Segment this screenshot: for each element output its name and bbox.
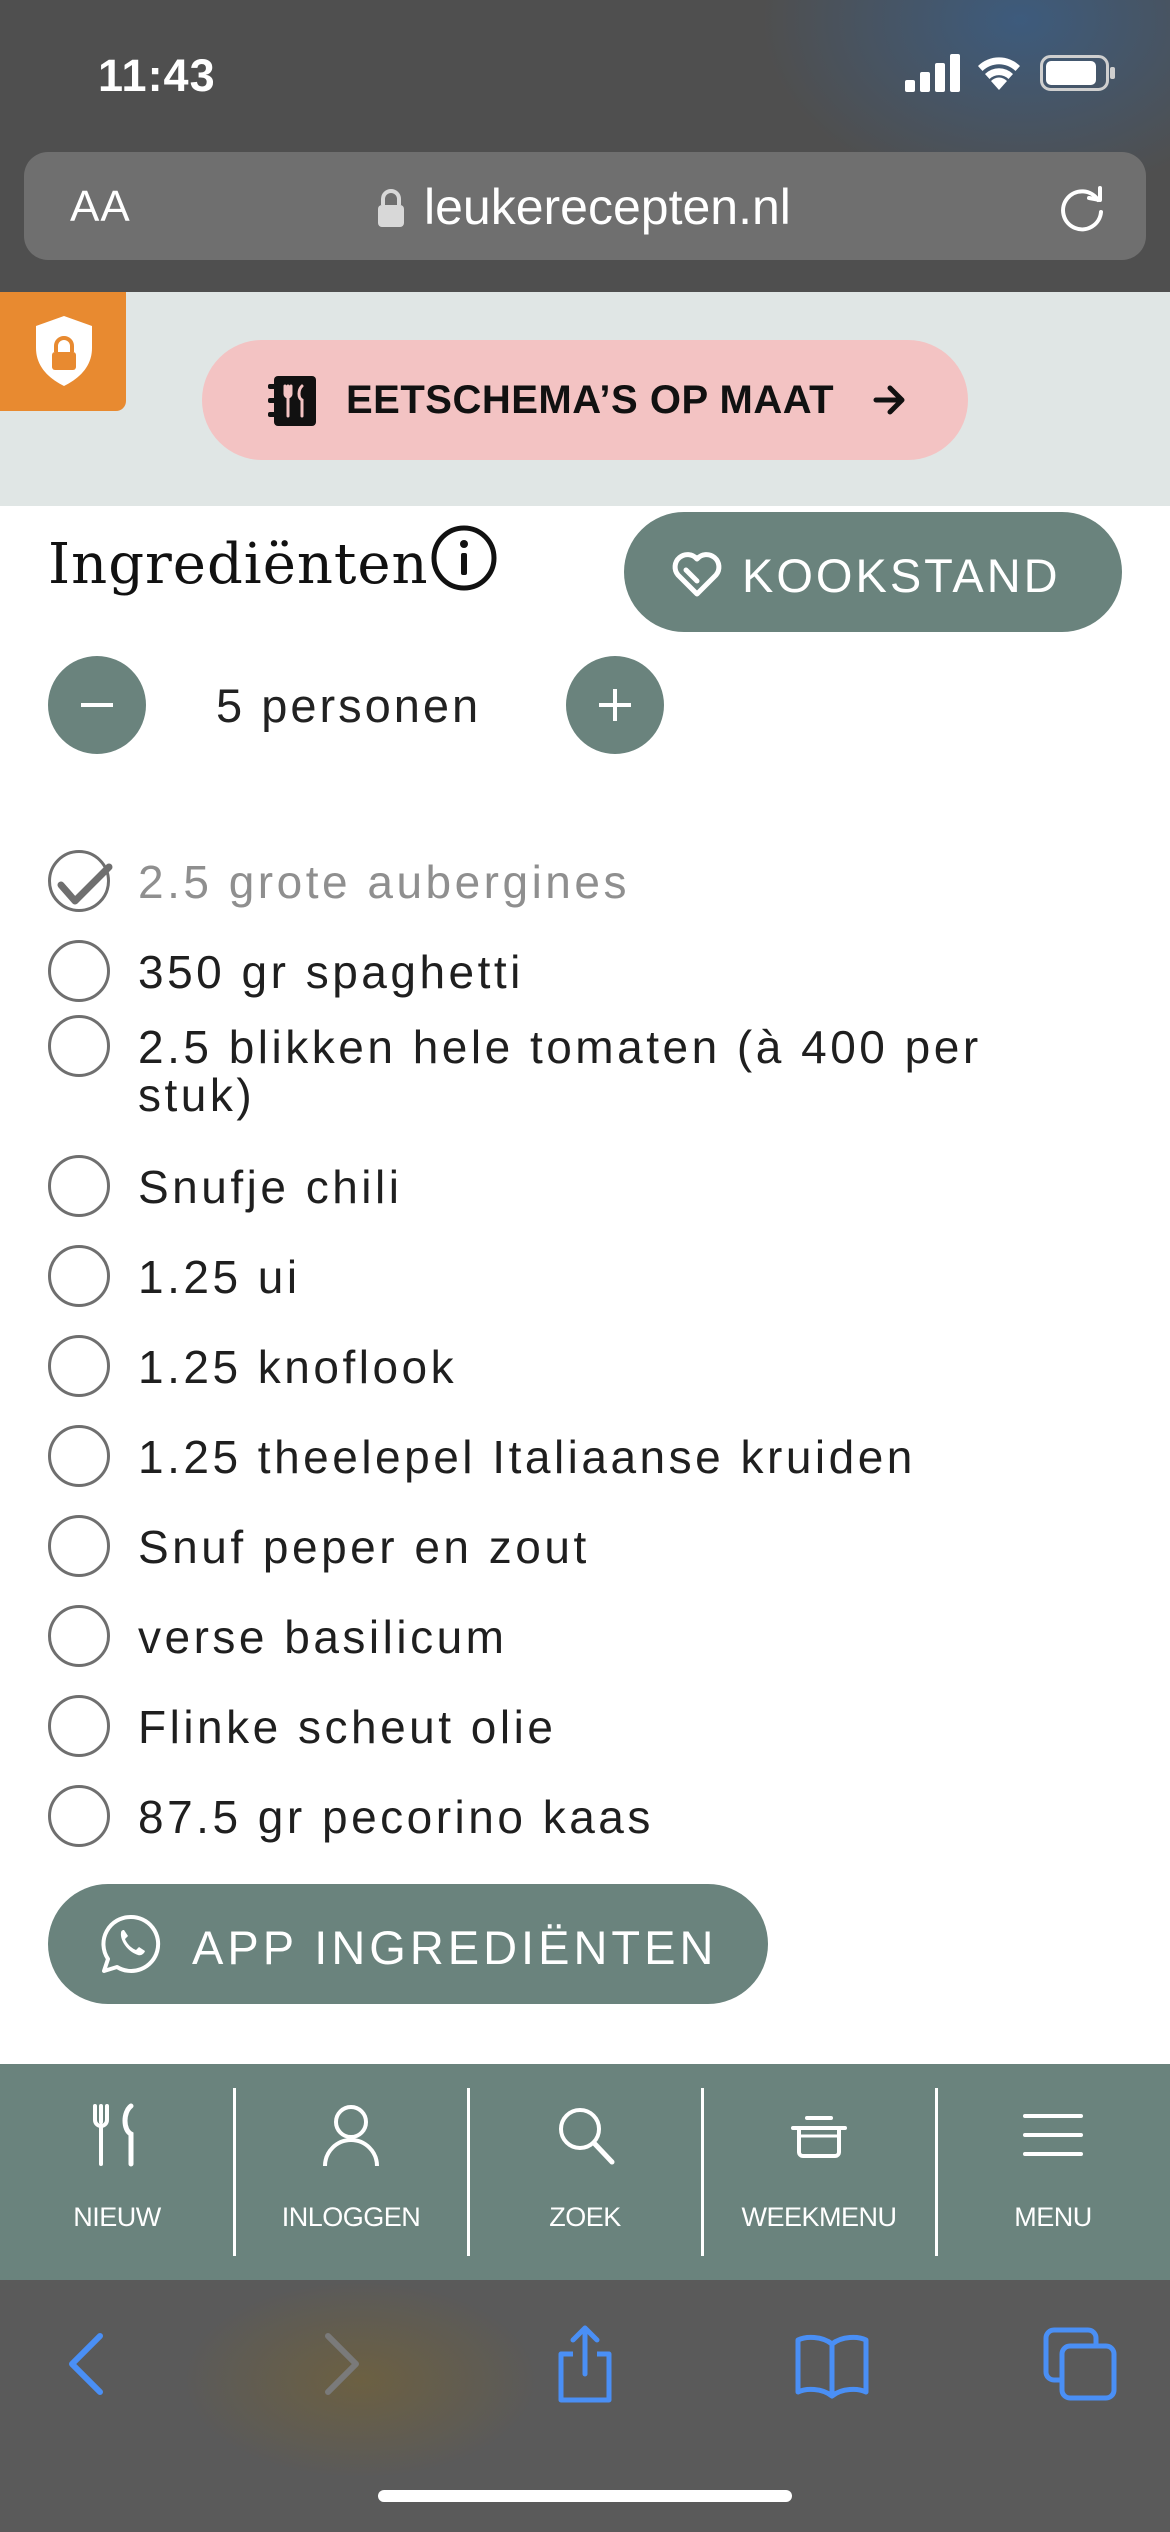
nav-item-nieuw[interactable]: NIEUW: [0, 2064, 234, 2280]
ingredient-text: 87.5 gr pecorino kaas: [138, 1791, 654, 1843]
info-icon[interactable]: [430, 524, 498, 592]
ingredient-checkbox[interactable]: [48, 1695, 110, 1757]
status-time: 11:43: [98, 50, 216, 101]
ingredient-checkbox[interactable]: [48, 1245, 110, 1307]
minus-icon: [81, 703, 113, 707]
battery-icon: [1040, 55, 1115, 91]
cook-mode-label: KOOKSTAND: [742, 549, 1061, 602]
ingredient-text: Snuf peper en zout: [138, 1521, 590, 1573]
ingredients-title: Ingrediënten: [48, 532, 429, 597]
promo-label: EETSCHEMA’S OP MAAT: [346, 378, 835, 422]
ingredient-checkbox[interactable]: [48, 1335, 110, 1397]
ingredient-text: 2.5 grote aubergines: [138, 856, 630, 908]
reload-icon[interactable]: [1054, 180, 1110, 236]
recipe-book-icon: [268, 376, 316, 426]
cellular-signal-icon: [905, 54, 960, 92]
ingredient-text: 2.5 blikken hele tomaten (à 400 per stuk…: [138, 1021, 982, 1121]
shield-lock-icon: [36, 316, 92, 386]
ingredient-checkbox[interactable]: [48, 1515, 110, 1577]
whatsapp-icon: [101, 1914, 161, 1973]
whatsapp-label: APP INGREDIËNTEN: [192, 1921, 718, 1974]
hamburger-icon: [1023, 2114, 1083, 2156]
servings-count: 5 personen: [216, 679, 482, 732]
nav-item-inloggen[interactable]: INLOGGEN: [234, 2064, 468, 2280]
user-icon: [323, 2105, 379, 2167]
nav-item-menu[interactable]: MENU: [936, 2064, 1170, 2280]
tabs-icon[interactable]: [1040, 2324, 1120, 2404]
nav-label: NIEUW: [73, 2202, 161, 2232]
wifi-icon: [978, 57, 1020, 90]
ingredient-checkbox[interactable]: [48, 850, 113, 912]
ingredient-checkbox[interactable]: [48, 940, 110, 1002]
ingredient-checkbox[interactable]: [48, 1605, 110, 1667]
fork-knife-icon: [93, 2103, 134, 2167]
ingredient-text: Snufje chili: [138, 1161, 403, 1213]
cooking-pot-icon: [791, 2116, 847, 2158]
ingredient-text: verse basilicum: [138, 1611, 508, 1663]
ingredient-checkbox[interactable]: [48, 1785, 110, 1847]
increase-servings-button[interactable]: [566, 656, 664, 754]
text-size-button[interactable]: AA: [70, 182, 131, 232]
nav-item-weekmenu[interactable]: WEEKMENU: [702, 2064, 936, 2280]
url-text[interactable]: leukerecepten.nl: [424, 178, 791, 236]
ingredient-text: 350 gr spaghetti: [138, 946, 524, 998]
ingredient-checkbox[interactable]: [48, 1425, 110, 1487]
ingredient-checkbox[interactable]: [48, 1155, 110, 1217]
privacy-shield-button[interactable]: [0, 292, 126, 411]
promo-band: EETSCHEMA’S OP MAAT: [0, 292, 1170, 506]
ingredient-text: 1.25 knoflook: [138, 1341, 458, 1393]
plus-icon: [599, 689, 631, 721]
back-icon[interactable]: [48, 2324, 128, 2404]
ingredient-text: Flinke scheut olie: [138, 1701, 557, 1753]
nav-label: MENU: [1014, 2202, 1092, 2232]
forward-icon[interactable]: [300, 2324, 380, 2404]
decrease-servings-button[interactable]: [48, 656, 146, 754]
address-bar[interactable]: AA leukerecepten.nl: [24, 152, 1146, 260]
meal-plan-promo-button[interactable]: EETSCHEMA’S OP MAAT: [202, 340, 968, 460]
ingredient-text: 1.25 ui: [138, 1251, 301, 1303]
nav-label: ZOEK: [549, 2202, 621, 2232]
ingredient-text: 1.25 theelepel Italiaanse kruiden: [138, 1431, 916, 1483]
whatsapp-ingredients-button[interactable]: APP INGREDIËNTEN: [48, 1884, 768, 2004]
nav-label: INLOGGEN: [281, 2202, 421, 2232]
site-bottom-nav: NIEUW INLOGGEN ZOEK WEEKMENU MENU: [0, 2064, 1170, 2280]
bookmarks-icon[interactable]: [792, 2324, 872, 2404]
arrow-right-icon: [873, 385, 905, 415]
nav-item-zoek[interactable]: ZOEK: [468, 2064, 702, 2280]
cook-mode-button[interactable]: KOOKSTAND: [624, 512, 1122, 632]
browser-top-chrome: 11:43 AA leukerecepten.nl: [0, 0, 1170, 292]
heart-tag-icon: [672, 552, 722, 597]
share-icon[interactable]: [545, 2324, 625, 2404]
nav-label: WEEKMENU: [741, 2202, 897, 2232]
home-indicator: [378, 2490, 792, 2502]
ingredient-checkbox[interactable]: [48, 1015, 110, 1077]
checkmark-icon: [57, 863, 113, 905]
search-icon: [559, 2108, 615, 2165]
lock-icon: [378, 189, 404, 227]
